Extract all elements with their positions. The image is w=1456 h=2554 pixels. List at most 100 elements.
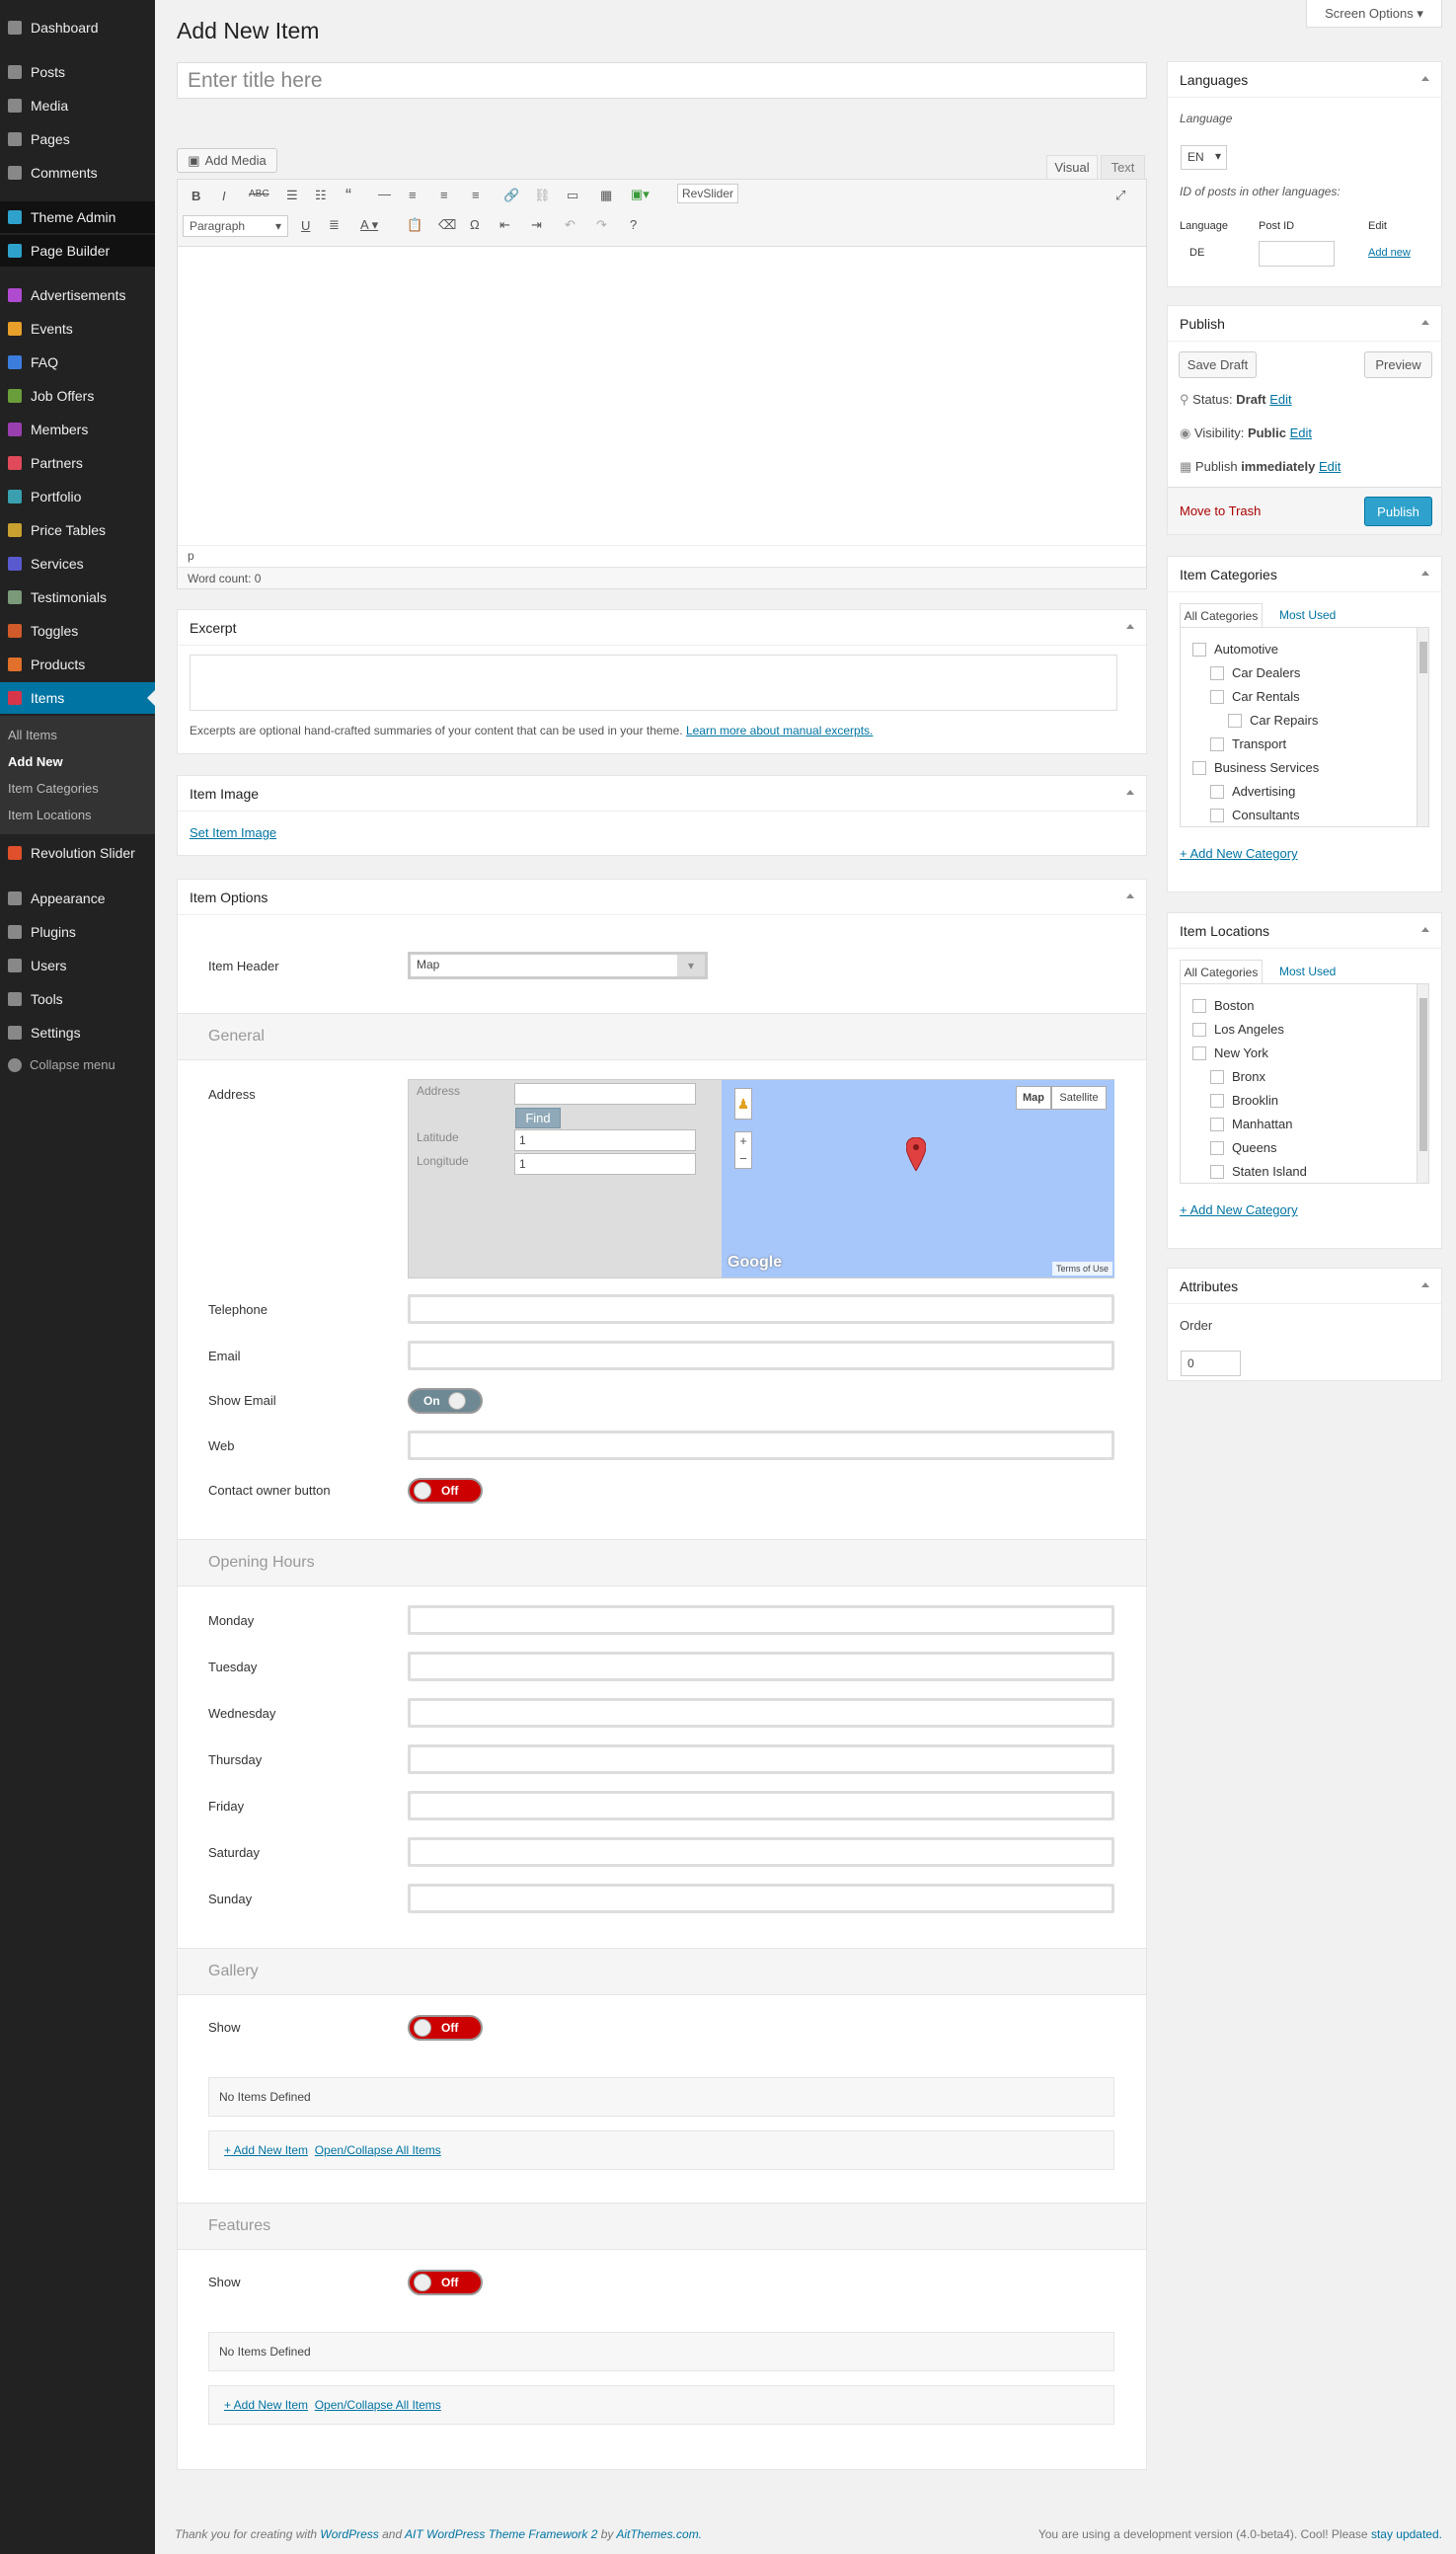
collapse-arrow-icon[interactable]: [1126, 624, 1134, 629]
revslider-button[interactable]: RevSlider: [677, 184, 739, 203]
align-right-icon[interactable]: ≡: [472, 188, 480, 202]
email-input[interactable]: [408, 1341, 1114, 1370]
attributes-header[interactable]: Attributes: [1168, 1269, 1441, 1304]
justify-icon[interactable]: ≣: [329, 217, 340, 233]
text-color-icon[interactable]: A ▾: [360, 217, 378, 233]
menu-job-offers[interactable]: Job Offers: [0, 380, 155, 412]
checkbox[interactable]: [1210, 665, 1224, 680]
menu-faq[interactable]: FAQ: [0, 347, 155, 378]
collapse-arrow-icon[interactable]: [1421, 76, 1429, 81]
checkbox[interactable]: [1192, 998, 1206, 1013]
gallery-show-toggle[interactable]: Off: [408, 2015, 483, 2041]
wordpress-link[interactable]: WordPress: [320, 2527, 378, 2541]
redo-icon[interactable]: ↷: [596, 217, 607, 233]
framework-link[interactable]: AIT WordPress Theme Framework 2: [405, 2527, 597, 2541]
learn-more-link[interactable]: Learn more about manual excerpts.: [686, 724, 873, 737]
collapse-arrow-icon[interactable]: [1126, 893, 1134, 898]
image-insert-icon[interactable]: ▣▾: [631, 187, 650, 202]
help-icon[interactable]: ?: [630, 217, 637, 232]
italic-icon[interactable]: I: [222, 189, 226, 203]
collapse-arrow-icon[interactable]: [1126, 790, 1134, 795]
item-header-select[interactable]: Map ▾: [408, 952, 708, 979]
menu-plugins[interactable]: Plugins: [0, 916, 155, 948]
collapse-arrow-icon[interactable]: [1421, 1282, 1429, 1287]
checkbox[interactable]: [1210, 1117, 1224, 1131]
checkbox[interactable]: [1210, 1164, 1224, 1179]
map-type-satellite-button[interactable]: Satellite: [1051, 1086, 1107, 1110]
collapse-arrow-icon[interactable]: [1421, 320, 1429, 325]
toolbar-toggle-icon[interactable]: ▦: [600, 188, 612, 203]
map-marker-icon[interactable]: [905, 1136, 927, 1172]
menu-page-builder[interactable]: Page Builder: [0, 235, 155, 267]
special-char-icon[interactable]: Ω: [470, 217, 480, 232]
collapse-menu-button[interactable]: Collapse menu: [8, 1057, 115, 1072]
read-more-icon[interactable]: ▭: [567, 188, 578, 203]
collapse-arrow-icon[interactable]: [1421, 571, 1429, 576]
screen-options-button[interactable]: Screen Options ▾: [1306, 0, 1442, 28]
tuesday-input[interactable]: [408, 1652, 1114, 1681]
features-open-collapse-link[interactable]: Open/Collapse All Items: [315, 2398, 441, 2412]
latitude-input[interactable]: 1: [514, 1129, 696, 1151]
terms-of-use-link[interactable]: Terms of Use: [1051, 1262, 1112, 1276]
gallery-open-collapse-link[interactable]: Open/Collapse All Items: [315, 2143, 441, 2157]
checkbox[interactable]: [1228, 713, 1242, 728]
submenu-all-items[interactable]: All Items: [8, 728, 57, 742]
checkbox[interactable]: [1192, 1022, 1206, 1037]
categories-tab-all[interactable]: All Categories: [1180, 603, 1263, 627]
location-bronx[interactable]: Bronx: [1210, 1069, 1265, 1084]
paste-text-icon[interactable]: 📋: [407, 217, 422, 233]
item-categories-header[interactable]: Item Categories: [1168, 557, 1441, 592]
find-button[interactable]: Find: [515, 1108, 561, 1128]
category-car-repairs[interactable]: Car Repairs: [1228, 713, 1318, 728]
bold-icon[interactable]: B: [192, 189, 200, 203]
checkbox[interactable]: [1210, 784, 1224, 799]
zoom-control[interactable]: + −: [734, 1131, 752, 1169]
location-manhattan[interactable]: Manhattan: [1210, 1117, 1292, 1131]
blockquote-icon[interactable]: “: [345, 186, 351, 206]
stay-updated-link[interactable]: stay updated.: [1371, 2527, 1442, 2541]
move-to-trash-link[interactable]: Move to Trash: [1180, 503, 1261, 518]
checkbox[interactable]: [1192, 760, 1206, 775]
edit-status-link[interactable]: Edit: [1269, 392, 1291, 407]
location-new-york[interactable]: New York: [1192, 1045, 1268, 1060]
features-show-toggle[interactable]: Off: [408, 2270, 483, 2295]
align-center-icon[interactable]: ≡: [440, 188, 448, 202]
category-car-rentals[interactable]: Car Rentals: [1210, 689, 1300, 704]
align-left-icon[interactable]: ≡: [409, 188, 417, 202]
strikethrough-icon[interactable]: ABC: [249, 189, 269, 199]
collapse-arrow-icon[interactable]: [1421, 927, 1429, 932]
menu-posts[interactable]: Posts: [0, 56, 155, 88]
checkbox[interactable]: [1210, 1093, 1224, 1108]
edit-visibility-link[interactable]: Edit: [1290, 426, 1312, 440]
friday-input[interactable]: [408, 1791, 1114, 1820]
add-new-translation-link[interactable]: Add new: [1368, 247, 1411, 259]
menu-pages[interactable]: Pages: [0, 123, 155, 155]
add-media-button[interactable]: ▣ Add Media: [177, 148, 277, 173]
menu-items[interactable]: Items: [0, 682, 155, 714]
location-los-angeles[interactable]: Los Angeles: [1192, 1022, 1284, 1037]
menu-revolution-slider[interactable]: Revolution Slider: [0, 837, 155, 869]
categories-tab-most-used[interactable]: Most Used: [1279, 608, 1336, 622]
web-input[interactable]: [408, 1431, 1114, 1460]
menu-services[interactable]: Services: [0, 548, 155, 580]
menu-dashboard[interactable]: Dashboard: [0, 12, 155, 43]
locations-tab-all[interactable]: All Categories: [1180, 960, 1263, 983]
title-input[interactable]: Enter title here: [177, 62, 1147, 99]
outdent-icon[interactable]: ⇤: [499, 217, 510, 233]
category-automotive[interactable]: Automotive: [1192, 642, 1278, 657]
pegman-icon[interactable]: ♟: [734, 1088, 752, 1120]
submenu-item-categories[interactable]: Item Categories: [8, 781, 99, 796]
menu-partners[interactable]: Partners: [0, 447, 155, 479]
show-email-toggle[interactable]: On: [408, 1388, 483, 1414]
location-boston[interactable]: Boston: [1192, 998, 1254, 1013]
set-item-image-link[interactable]: Set Item Image: [190, 825, 276, 840]
category-advertising[interactable]: Advertising: [1210, 784, 1295, 799]
category-car-dealers[interactable]: Car Dealers: [1210, 665, 1300, 680]
post-id-input[interactable]: [1259, 241, 1335, 267]
item-options-header[interactable]: Item Options: [178, 880, 1146, 915]
excerpt-header[interactable]: Excerpt: [178, 610, 1146, 646]
locations-tab-most-used[interactable]: Most Used: [1279, 965, 1336, 978]
menu-advertisements[interactable]: Advertisements: [0, 279, 155, 311]
add-new-category-link[interactable]: + Add New Category: [1180, 846, 1298, 861]
publish-button[interactable]: Publish: [1364, 497, 1432, 526]
